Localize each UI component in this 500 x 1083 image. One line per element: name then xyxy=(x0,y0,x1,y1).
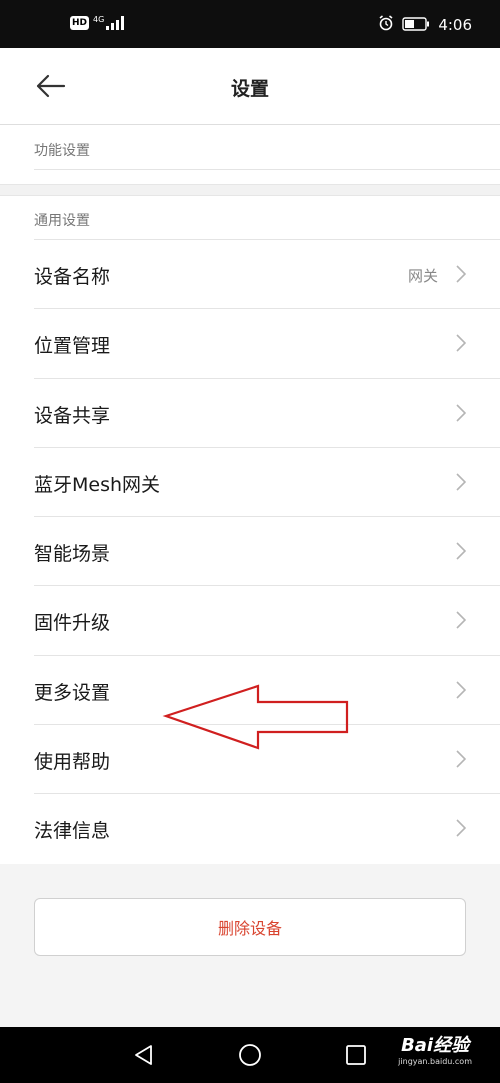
chevron-right-icon xyxy=(456,265,466,283)
list-item-firmware-upgrade[interactable]: 固件升级 xyxy=(34,586,500,656)
delete-device-button[interactable]: 删除设备 xyxy=(34,898,466,956)
chevron-right-icon xyxy=(456,473,466,491)
annotation-arrow-icon xyxy=(162,684,349,750)
item-value: 网关 xyxy=(407,267,438,285)
chevron-right-icon xyxy=(456,334,466,352)
list-item-legal[interactable]: 法律信息 xyxy=(34,794,500,863)
list-item-location[interactable]: 位置管理 xyxy=(34,309,500,379)
section-label-general: 通用设置 xyxy=(34,213,90,229)
watermark-brand: Bai经验 xyxy=(401,1035,470,1056)
chevron-right-icon xyxy=(456,819,466,837)
battery-icon xyxy=(402,16,430,35)
system-nav-bar: Bai经验 jingyan.baidu.com xyxy=(0,1027,500,1083)
item-label: 固件升级 xyxy=(34,612,111,635)
item-label: 蓝牙Mesh网关 xyxy=(34,473,161,496)
alarm-icon xyxy=(378,15,394,35)
status-right: 4:06 xyxy=(378,15,472,35)
function-settings-section: 功能设置 xyxy=(0,125,500,184)
item-label: 设备共享 xyxy=(34,404,111,427)
list-item-device-share[interactable]: 设备共享 xyxy=(34,379,500,448)
divider xyxy=(34,169,500,170)
item-label: 更多设置 xyxy=(34,681,111,704)
status-time: 4:06 xyxy=(438,16,472,34)
home-circle-icon[interactable] xyxy=(238,1043,262,1067)
section-label-functions: 功能设置 xyxy=(34,143,90,159)
page-title: 设置 xyxy=(230,78,269,100)
hd-icon: HD xyxy=(70,16,90,30)
general-settings-section: 通用设置 设备名称 网关 位置管理 设备共享 蓝牙Mesh网关 智能场景 固件升… xyxy=(0,196,500,864)
item-label: 智能场景 xyxy=(34,543,111,566)
chevron-right-icon xyxy=(456,681,466,699)
list-item-bluetooth-mesh[interactable]: 蓝牙Mesh网关 xyxy=(34,448,500,518)
chevron-right-icon xyxy=(456,750,466,768)
list-item-smart-scene[interactable]: 智能场景 xyxy=(34,517,500,587)
recents-square-icon[interactable] xyxy=(344,1043,368,1067)
status-bar: HD 4G 4:06 xyxy=(0,0,500,48)
signal-icon: 4G xyxy=(93,16,126,30)
item-label: 位置管理 xyxy=(34,335,111,358)
item-label: 设备名称 xyxy=(34,266,111,288)
baidu-jingyan-watermark: Bai经验 jingyan.baidu.com xyxy=(398,1031,472,1066)
chevron-right-icon xyxy=(456,611,466,630)
item-label: 使用帮助 xyxy=(34,751,111,774)
settings-screen: HD 4G 4:06 设置 功能设置 通用设置 设备名称 网关 位置管理 设备共… xyxy=(0,0,500,1083)
list-item-device-name[interactable]: 设备名称 网关 xyxy=(34,240,500,310)
watermark-url: jingyan.baidu.com xyxy=(398,1057,472,1066)
status-left: HD 4G xyxy=(70,16,126,30)
chevron-right-icon xyxy=(456,404,466,422)
section-gap xyxy=(0,184,500,196)
back-triangle-icon[interactable] xyxy=(132,1043,156,1067)
network-type: 4G xyxy=(93,15,105,24)
top-app-bar: 设置 xyxy=(0,48,500,125)
item-label: 法律信息 xyxy=(34,820,111,843)
chevron-right-icon xyxy=(456,542,466,560)
settings-list: 设备名称 网关 位置管理 设备共享 蓝牙Mesh网关 智能场景 固件升级 更多设… xyxy=(0,240,500,864)
